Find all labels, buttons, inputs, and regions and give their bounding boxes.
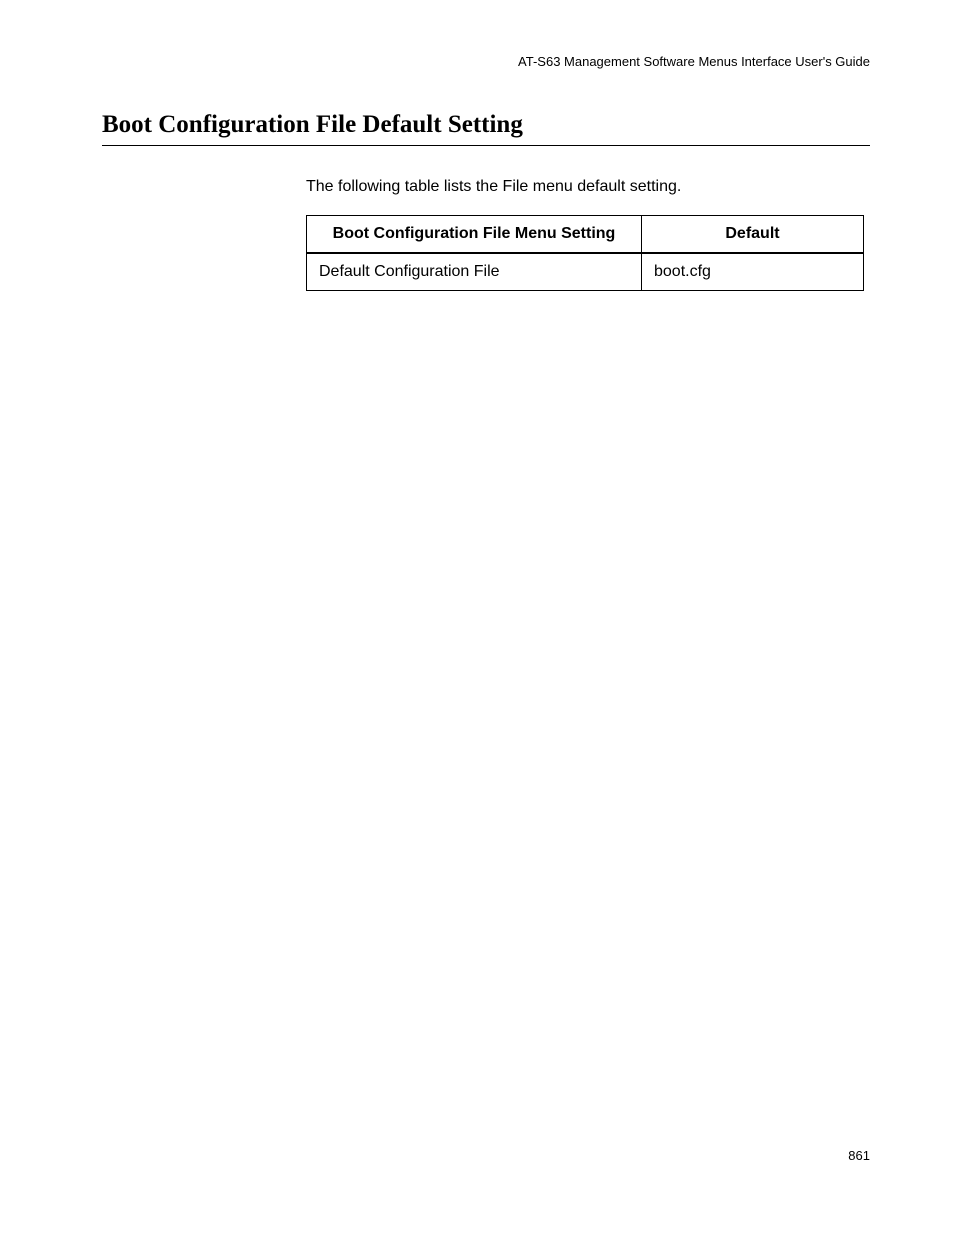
table-header-default: Default	[642, 216, 864, 254]
table-header-row: Boot Configuration File Menu Setting Def…	[307, 216, 864, 254]
intro-text: The following table lists the File menu …	[306, 178, 681, 196]
page-header: AT-S63 Management Software Menus Interfa…	[518, 54, 870, 69]
table-cell-default: boot.cfg	[642, 253, 864, 291]
page-number: 861	[848, 1148, 870, 1163]
section-title: Boot Configuration File Default Setting	[102, 111, 870, 146]
table-cell-setting: Default Configuration File	[307, 253, 642, 291]
table-header-setting: Boot Configuration File Menu Setting	[307, 216, 642, 254]
table-row: Default Configuration File boot.cfg	[307, 253, 864, 291]
settings-table: Boot Configuration File Menu Setting Def…	[306, 215, 864, 291]
